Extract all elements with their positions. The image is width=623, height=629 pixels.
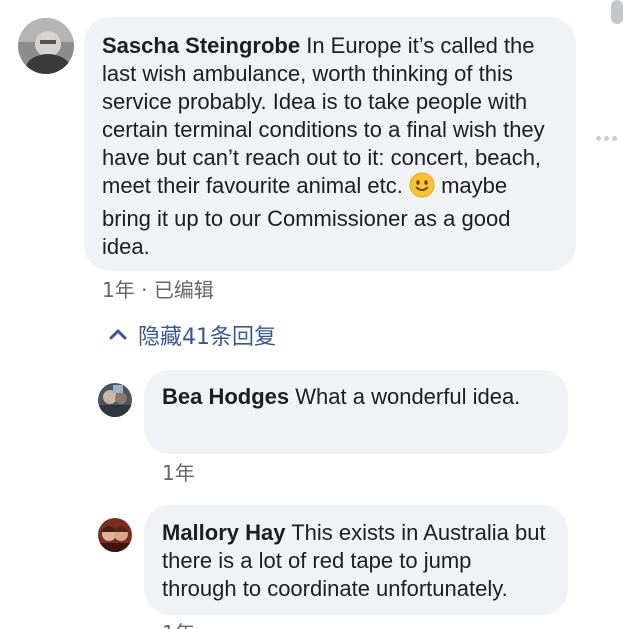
hide-replies-label: 隐藏41条回复 — [138, 325, 276, 350]
reply-author-name[interactable]: Bea Hodges — [162, 384, 289, 409]
avatar-bea-hodges[interactable] — [98, 383, 132, 417]
hide-replies-button[interactable]: 隐藏41条回复 — [108, 319, 276, 351]
reply-bubble: Mallory Hay This exists in Australia but… — [144, 505, 568, 615]
reply-bubble: Bea Hodges What a wonderful idea. — [144, 370, 568, 454]
edited-label[interactable]: 已编辑 — [154, 278, 214, 302]
reply-meta: 1年 — [162, 617, 195, 629]
comment-author-name[interactable]: Sascha Steingrobe — [102, 33, 300, 58]
comment-bubble: Sascha Steingrobe In Europe it’s called … — [84, 17, 576, 271]
avatar-mallory-hay[interactable] — [98, 518, 132, 552]
slightly-smiling-face-icon — [409, 172, 435, 205]
scrollbar-thumb[interactable] — [611, 0, 623, 24]
comment-meta: 1年 · 已编辑 — [102, 274, 214, 303]
meta-separator: · — [141, 278, 148, 302]
comment-timestamp[interactable]: 1年 — [102, 278, 135, 302]
avatar-sascha-steingrobe[interactable] — [18, 18, 74, 74]
reply-meta: 1年 — [162, 457, 195, 486]
reply-timestamp[interactable]: 1年 — [162, 461, 195, 485]
more-options-icon[interactable] — [596, 136, 617, 141]
comment-thread: Sascha Steingrobe In Europe it’s called … — [0, 0, 623, 629]
chevron-up-icon — [109, 329, 127, 340]
reply-timestamp[interactable]: 1年 — [162, 621, 195, 629]
reply-text: What a wonderful idea. — [295, 384, 521, 409]
reply-author-name[interactable]: Mallory Hay — [162, 520, 286, 545]
